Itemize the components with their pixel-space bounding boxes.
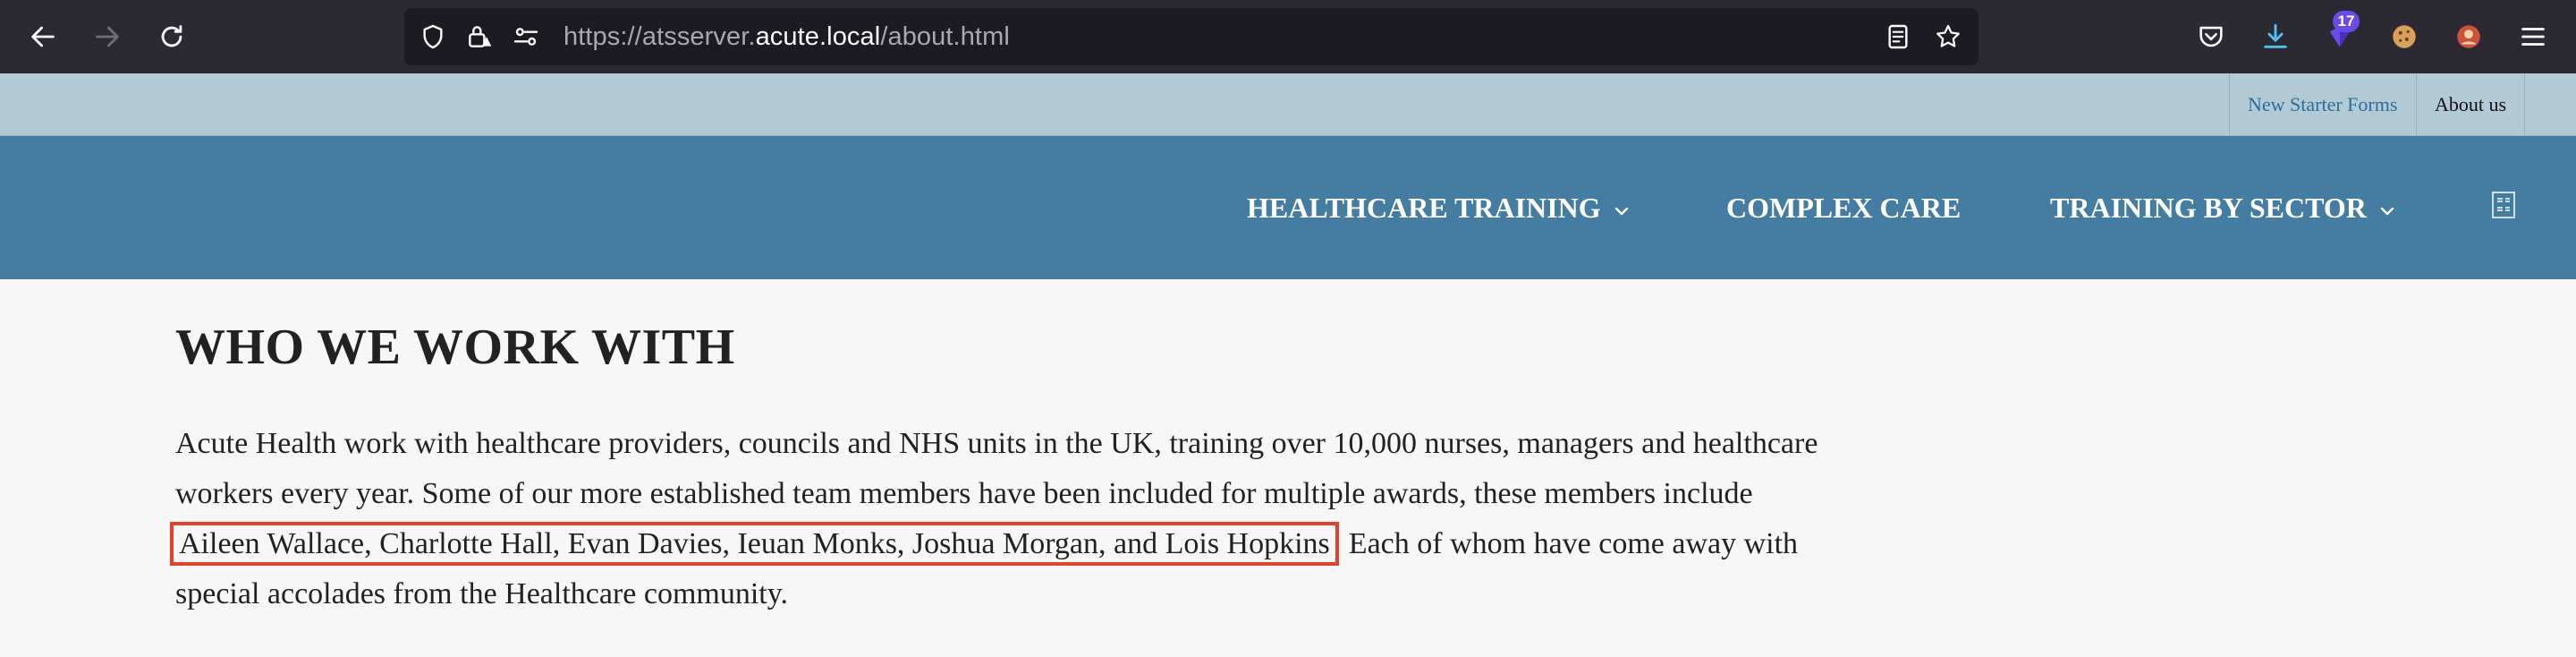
extension-avatar-icon	[2457, 25, 2480, 48]
reload-icon	[161, 25, 182, 47]
hamburger-icon	[2521, 28, 2545, 46]
nav-training-by-sector[interactable]: TRAINING BY SECTOR	[2050, 136, 2395, 279]
nav-label: COMPLEX CARE	[1726, 192, 1962, 224]
url-text[interactable]: https://atsserver.acute.local/about.html	[564, 8, 1010, 65]
arrow-left-icon	[31, 26, 55, 47]
main-navigation: HEALTHCARE TRAINING COMPLEX CARE TRAININ…	[0, 136, 2576, 279]
about-us-link[interactable]: About us	[2416, 73, 2526, 136]
reload-button[interactable]	[150, 15, 193, 58]
pocket-icon	[2199, 26, 2223, 47]
arrow-right-icon	[96, 26, 119, 47]
highlighted-names: Aileen Wallace, Charlotte Hall, Evan Dav…	[170, 522, 1339, 566]
cookie-icon	[2393, 25, 2416, 48]
chevron-down-icon	[2379, 203, 2395, 219]
pocket-button[interactable]	[2190, 15, 2233, 58]
utility-bar: New Starter Forms About us	[0, 73, 2576, 136]
url-path: /about.html	[880, 22, 1010, 51]
reader-view-icon[interactable]	[1882, 21, 1914, 53]
nav-healthcare-training[interactable]: HEALTHCARE TRAINING	[1247, 136, 1630, 279]
profile-extension-button[interactable]	[2447, 15, 2490, 58]
new-starter-forms-link[interactable]: New Starter Forms	[2229, 73, 2415, 136]
chevron-down-icon	[1614, 203, 1630, 219]
url-scheme: https://atsserver.	[564, 22, 756, 51]
bookmark-star-icon[interactable]	[1932, 21, 1964, 53]
browser-toolbar: https://atsserver.acute.local/about.html…	[0, 0, 2576, 73]
intro-paragraph: Acute Health work with healthcare provid…	[170, 419, 1821, 619]
forward-button[interactable]	[86, 15, 129, 58]
insecure-lock-icon[interactable]	[463, 21, 496, 53]
nav-label: HEALTHCARE TRAINING	[1247, 192, 1601, 224]
menu-toggle-icon[interactable]	[2492, 192, 2515, 218]
extension-badge: 17	[2333, 11, 2360, 32]
downloads-button[interactable]	[2254, 15, 2297, 58]
url-host: acute.local	[755, 22, 881, 51]
back-button[interactable]	[21, 15, 64, 58]
nav-complex-care[interactable]: COMPLEX CARE	[1726, 136, 1961, 279]
cookie-extension-button[interactable]	[2383, 15, 2426, 58]
permissions-icon[interactable]	[510, 21, 542, 53]
app-menu-button[interactable]	[2512, 15, 2555, 58]
nav-label: TRAINING BY SECTOR	[2050, 192, 2367, 224]
shield-icon[interactable]	[417, 21, 449, 53]
download-icon	[2264, 23, 2287, 48]
page-heading: WHO WE WORK WITH	[175, 320, 735, 375]
paragraph-text: Acute Health work with healthcare provid…	[175, 427, 1818, 510]
address-bar[interactable]: https://atsserver.acute.local/about.html	[404, 8, 1979, 65]
